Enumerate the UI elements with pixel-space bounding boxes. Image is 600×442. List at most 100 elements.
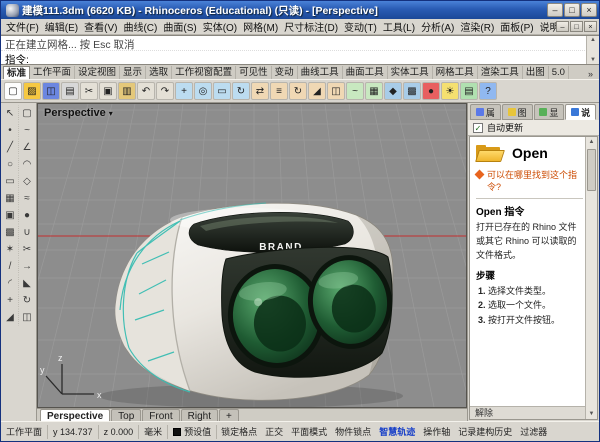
scroll-thumb[interactable] <box>587 149 596 191</box>
find-command-link[interactable]: 可以在哪里找到这个指令? <box>487 169 583 193</box>
rectangle-icon[interactable]: ▭ <box>2 173 19 190</box>
help-footer[interactable]: 解除 <box>470 406 585 419</box>
panel-tab[interactable]: 显 <box>534 104 565 120</box>
menu-item[interactable]: 说明(H) <box>537 19 556 34</box>
status-toggle[interactable]: 过滤器 <box>516 425 551 438</box>
trim-icon[interactable]: ✂ <box>19 241 36 258</box>
cplane-button[interactable]: 工作平面 <box>1 425 48 439</box>
menu-item[interactable]: 分析(A) <box>418 19 457 34</box>
selection-brush-icon[interactable]: ▢ <box>19 105 36 122</box>
toolbar-tab[interactable]: 变动 <box>272 66 298 79</box>
box-icon[interactable]: ▣ <box>2 207 19 224</box>
viewport-menu-icon[interactable]: ▾ <box>109 109 113 118</box>
menu-item[interactable]: 查看(V) <box>81 19 120 34</box>
menu-item[interactable]: 实体(O) <box>200 19 240 34</box>
move-icon[interactable]: + <box>2 292 19 309</box>
mirror-icon[interactable]: ◫ <box>327 82 345 100</box>
toolbar-tab[interactable]: 工作视窗配置 <box>172 66 236 79</box>
title-bar[interactable]: 建模111.3dm (6620 KB) - Rhinoceros (Educat… <box>1 1 599 19</box>
zoom-window-icon[interactable]: ◎ <box>194 82 212 100</box>
toolbar-tab[interactable]: 标准 <box>3 66 30 79</box>
menu-item[interactable]: 曲线(C) <box>120 19 160 34</box>
scale-icon[interactable]: ◢ <box>2 309 19 326</box>
mdi-restore-button[interactable]: □ <box>570 21 583 32</box>
close-button[interactable]: × <box>581 3 597 17</box>
command-scrollbar[interactable]: ▲ ▼ <box>586 36 599 64</box>
status-toggle[interactable]: 锁定格点 <box>217 425 261 438</box>
rotate-view-icon[interactable]: ↻ <box>232 82 250 100</box>
mesh-icon[interactable]: ▩ <box>2 224 19 241</box>
mdi-minimize-button[interactable]: – <box>556 21 569 32</box>
line-icon[interactable]: ╱ <box>2 139 19 156</box>
select-pointer-icon[interactable]: ↖ <box>2 105 19 122</box>
menu-item[interactable]: 变动(T) <box>341 19 380 34</box>
toolbar-tab[interactable]: 显示 <box>120 66 146 79</box>
arc-icon[interactable]: ◠ <box>19 156 36 173</box>
panel-tab[interactable]: 图 <box>502 104 533 120</box>
command-history[interactable]: 正在建立网格... 按 Esc 取消 <box>1 36 599 51</box>
toolbar-tab[interactable]: 可见性 <box>236 66 272 79</box>
toolbar-tab[interactable]: 出图 <box>523 66 549 79</box>
polygon-icon[interactable]: ◇ <box>19 173 36 190</box>
menu-item[interactable]: 面板(P) <box>497 19 536 34</box>
surface-tools-icon[interactable]: ▦ <box>365 82 383 100</box>
open-file-icon[interactable]: ▨ <box>23 82 41 100</box>
panel-tab[interactable]: 说 <box>565 104 596 120</box>
toolbar-tab[interactable]: 5.0 <box>549 66 569 79</box>
copy-object-icon[interactable]: ≡ <box>270 82 288 100</box>
print-icon[interactable]: ▤ <box>61 82 79 100</box>
viewport-title[interactable]: Perspective ▾ <box>44 107 113 119</box>
scroll-down-icon[interactable]: ▼ <box>589 409 595 419</box>
maximize-button[interactable]: □ <box>564 3 580 17</box>
help-icon[interactable]: ? <box>479 82 497 100</box>
status-toggle[interactable]: 智慧轨迹 <box>375 425 419 438</box>
toolbar-tab[interactable]: 工作平面 <box>30 66 75 79</box>
panel-tab[interactable]: 属 <box>470 104 501 120</box>
circle-icon[interactable]: ○ <box>2 156 19 173</box>
toolbar-tab[interactable]: 曲面工具 <box>343 66 388 79</box>
layers-icon[interactable]: ▤ <box>460 82 478 100</box>
status-toggle[interactable]: 操作轴 <box>419 425 454 438</box>
toolbar-tab[interactable]: 曲线工具 <box>298 66 343 79</box>
menu-item[interactable]: 尺寸标注(D) <box>281 19 341 34</box>
sphere-icon[interactable]: ● <box>19 207 36 224</box>
tab-overflow-icon[interactable]: » <box>584 69 597 79</box>
menu-item[interactable]: 编辑(E) <box>42 19 81 34</box>
zoom-extents-icon[interactable]: ▭ <box>213 82 231 100</box>
cut-icon[interactable]: ✂ <box>80 82 98 100</box>
minimize-button[interactable]: – <box>547 3 563 17</box>
loft-icon[interactable]: ≈ <box>19 190 36 207</box>
scroll-up-icon[interactable]: ▲ <box>589 137 595 147</box>
rotate-icon[interactable]: ↻ <box>19 292 36 309</box>
pan-view-icon[interactable]: + <box>175 82 193 100</box>
help-scrollbar[interactable]: ▲ ▼ <box>585 137 597 419</box>
point-icon[interactable]: • <box>2 122 19 139</box>
status-toggle[interactable]: 记录建构历史 <box>454 425 516 438</box>
scale-icon[interactable]: ◢ <box>308 82 326 100</box>
join-icon[interactable]: ∪ <box>19 224 36 241</box>
paste-icon[interactable]: ▥ <box>118 82 136 100</box>
menu-item[interactable]: 文件(F) <box>3 19 42 34</box>
copy-icon[interactable]: ▣ <box>99 82 117 100</box>
menu-item[interactable]: 工具(L) <box>380 19 418 34</box>
solid-tools-icon[interactable]: ◆ <box>384 82 402 100</box>
surface-icon[interactable]: ▦ <box>2 190 19 207</box>
extend-icon[interactable]: → <box>19 258 36 275</box>
fillet-icon[interactable]: ◜ <box>2 275 19 292</box>
render-icon[interactable]: ● <box>422 82 440 100</box>
mdi-close-button[interactable]: × <box>584 21 597 32</box>
mesh-tools-icon[interactable]: ▩ <box>403 82 421 100</box>
perspective-viewport[interactable]: BRAND <box>37 103 467 408</box>
layer-cell[interactable]: 预设值 <box>168 425 217 439</box>
menu-item[interactable]: 渲染(R) <box>457 19 497 34</box>
command-prompt[interactable]: 指令: <box>1 51 599 65</box>
polyline-icon[interactable]: ∠ <box>19 139 36 156</box>
toolbar-tab[interactable]: 实体工具 <box>388 66 433 79</box>
chamfer-icon[interactable]: ◣ <box>19 275 36 292</box>
new-file-icon[interactable]: ▢ <box>4 82 22 100</box>
redo-icon[interactable]: ↷ <box>156 82 174 100</box>
curve-icon[interactable]: ~ <box>19 122 36 139</box>
save-icon[interactable]: ◫ <box>42 82 60 100</box>
toolbar-tab[interactable]: 渲染工具 <box>478 66 523 79</box>
mirror-icon[interactable]: ◫ <box>19 309 36 326</box>
